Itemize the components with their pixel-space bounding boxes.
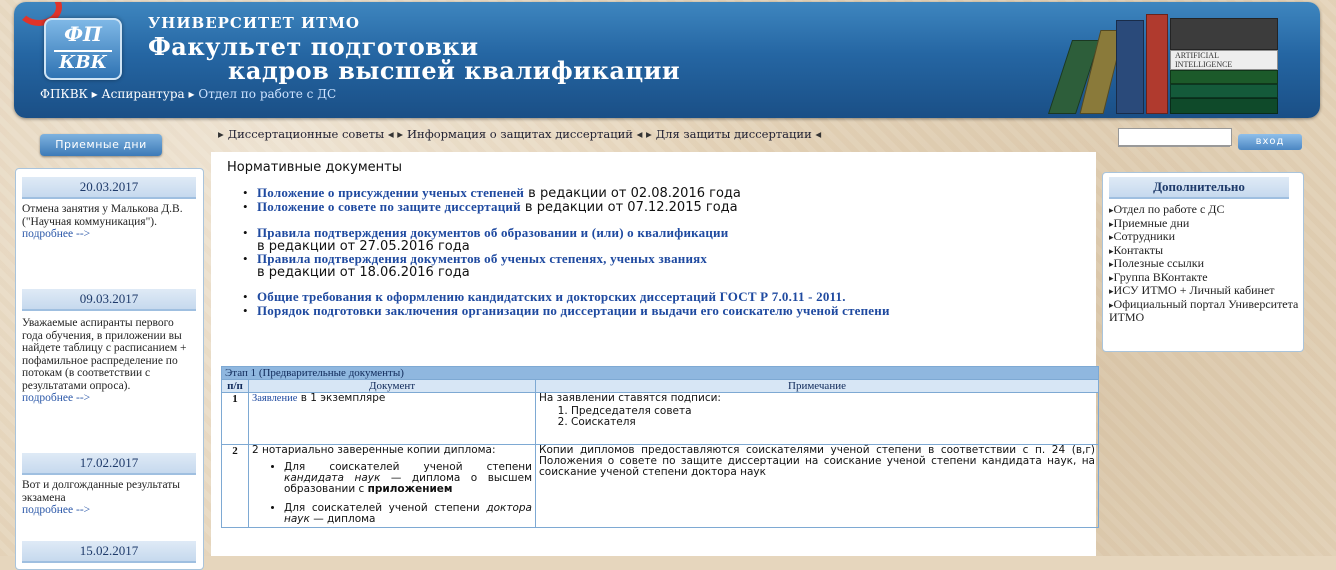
doc-link[interactable]: Правила подтверждения документов об учен…	[257, 251, 707, 266]
tab-for-defense[interactable]: Для защиты диссертации	[656, 127, 812, 141]
news-text: Отмена занятия у Малькова Д.В. ("Научная…	[22, 203, 183, 228]
extra-link-isu[interactable]: ИСУ ИТМО + Личный кабинет	[1109, 284, 1299, 298]
doc-item: • Общие требования к оформлению кандидатс…	[243, 289, 846, 304]
news-more-link[interactable]: подробнее -->	[22, 392, 90, 404]
doc-list-item: Для соискателей ученой степени доктора н…	[284, 503, 532, 525]
main-content: Нормативные документы • Положение о прису…	[211, 152, 1099, 556]
col-header-note: Примечание	[535, 379, 1099, 393]
doc-copies: в 1 экземпляре	[297, 392, 386, 404]
breadcrumb-separator-icon: ▸	[91, 87, 98, 101]
tab-dissertation-councils[interactable]: Диссертационные советы	[228, 127, 384, 141]
extra-link-contacts[interactable]: Контакты	[1109, 243, 1299, 258]
extra-link-vk[interactable]: Группа ВКонтакте	[1109, 270, 1299, 285]
item-appendix: приложением	[367, 483, 453, 495]
password-input[interactable]	[1118, 146, 1230, 159]
doc-item: • Порядок подготовки заключения организац…	[243, 303, 890, 318]
tab-arrow-icon: ◂ ▸	[387, 127, 404, 141]
book-spine	[1146, 14, 1168, 114]
doc-link[interactable]: Положение о присуждении ученых степеней	[257, 185, 524, 200]
doc-link[interactable]: Правила подтверждения документов об обра…	[257, 225, 728, 240]
news-text: Вот и долгожданные результаты экзамена	[22, 479, 181, 504]
doc-edition: в редакции от 07.12.2015 года	[520, 200, 738, 215]
extra-link-priem-days[interactable]: Приемные дни	[1109, 216, 1299, 231]
news-text: Уважаемые аспиранты первого года обучени…	[22, 317, 187, 392]
tab-arrow-icon: ◂ ▸	[636, 127, 652, 141]
table-row: 2 2 нотариально заверенные копии диплома…	[221, 444, 1099, 528]
news-item: Вот и долгожданные результаты экзамена п…	[22, 479, 196, 517]
doc-item: • Положение о присуждении ученых степеней…	[243, 185, 741, 201]
logo-text-top: ФП	[64, 22, 102, 46]
extra-link-ds-office[interactable]: Отдел по работе с ДС	[1109, 203, 1299, 217]
extra-link-useful[interactable]: Полезные ссылки	[1109, 257, 1299, 271]
doc-item: • Правила подтверждения документов об уче…	[243, 251, 708, 280]
login-input[interactable]	[1118, 128, 1232, 146]
extra-link-portal[interactable]: Официальный портал Университета ИТМО	[1109, 297, 1299, 324]
col-header-doc: Документ	[248, 379, 536, 393]
row-note: Копии дипломов предоставляются соискател…	[535, 444, 1099, 528]
section-tabs: ▸ Диссертационные советы ◂ ▸ Информация о …	[218, 127, 825, 141]
news-panel: 20.03.2017 Отмена занятия у Малькова Д.В…	[15, 168, 204, 570]
news-item: Отмена занятия у Малькова Д.В. ("Научная…	[22, 203, 196, 241]
doc-item: • Правила подтверждения документов об обр…	[243, 225, 729, 254]
extra-link-staff[interactable]: Сотрудники	[1109, 230, 1299, 244]
item-text: — диплома	[309, 513, 376, 525]
book-spine	[1170, 70, 1278, 84]
book-title: ARTIFICIAL INTELLIGENCE	[1175, 51, 1233, 69]
table-row: 1 Заявление в 1 экземпляре На заявлении …	[221, 392, 1099, 445]
tab-arrow-icon: ▸	[218, 127, 224, 141]
extra-links: Отдел по работе с ДС Приемные дни Сотруд…	[1109, 203, 1299, 324]
doc-link[interactable]: Положение о совете по защите диссертаций	[257, 199, 521, 214]
news-more-link[interactable]: подробнее -->	[22, 228, 90, 240]
row-doc: Заявление в 1 экземпляре	[248, 392, 536, 445]
breadcrumb-item-aspirantura[interactable]: Аспирантура	[102, 87, 185, 101]
book-spine	[1170, 84, 1278, 98]
site-header: ФП КВК УНИВЕРСИТЕТ ИТМО Факультет подгот…	[14, 2, 1320, 118]
doc-list-item: Для соискателей ученой степени кандидата…	[284, 462, 532, 495]
tab-arrow-icon: ◂	[815, 127, 822, 141]
row-note: На заявлении ставятся подписи: Председат…	[535, 392, 1099, 445]
logo-text-bottom: КВК	[54, 50, 112, 73]
book-ai: ARTIFICIAL INTELLIGENCE	[1170, 50, 1278, 70]
col-header-num: п/п	[221, 379, 249, 393]
note-list-item: Соискателя	[571, 417, 1095, 428]
stage-title: Этап 1 (Предварительные документы)	[221, 366, 1099, 380]
book-spine	[1170, 98, 1278, 114]
university-name: УНИВЕРСИТЕТ ИТМО	[148, 14, 361, 32]
doc-link[interactable]: Общие требования к оформлению кандидатск…	[257, 289, 846, 304]
extra-panel: Дополнительно Отдел по работе с ДС Прием…	[1102, 172, 1304, 352]
doc-edition: в редакции от 18.06.2016 года	[257, 265, 470, 280]
row-doc: 2 нотариально заверенные копии диплома: …	[248, 444, 536, 528]
breadcrumb-item-current[interactable]: Отдел по работе с ДС	[198, 87, 336, 101]
page-title: Нормативные документы	[227, 160, 402, 175]
book-spine	[1116, 20, 1144, 114]
login-button[interactable]: вход	[1238, 134, 1302, 150]
doc-link[interactable]: Порядок подготовки заключения организаци…	[257, 303, 890, 318]
tab-defense-info[interactable]: Информация о защитах диссертаций	[407, 127, 633, 141]
extra-title: Дополнительно	[1109, 177, 1289, 199]
fpkvk-logo[interactable]: ФП КВК	[44, 18, 122, 80]
faculty-title-line2: кадров высшей квалификации	[228, 56, 681, 85]
priem-days-button[interactable]: Приемные дни	[40, 134, 162, 156]
book-spine	[1170, 18, 1278, 50]
news-date: 15.02.2017	[22, 541, 196, 563]
note-head: На заявлении ставятся подписи:	[539, 392, 721, 404]
books-illustration: ARTIFICIAL INTELLIGENCE	[1047, 10, 1280, 114]
news-more-link[interactable]: подробнее -->	[22, 504, 90, 516]
breadcrumb-item-fpkvk[interactable]: ФПКВК	[40, 87, 88, 101]
news-date: 17.02.2017	[22, 453, 196, 475]
breadcrumb-separator-icon: ▸	[188, 87, 195, 101]
stage-table: Этап 1 (Предварительные документы) п/п Д…	[221, 366, 1099, 528]
doc-edition: в редакции от 02.08.2016 года	[524, 186, 741, 201]
doc-item: • Положение о совете по защите диссертаци…	[243, 199, 738, 215]
news-date: 20.03.2017	[22, 177, 196, 199]
statement-link[interactable]: Заявление	[252, 393, 297, 404]
doc-intro: 2 нотариально заверенные копии диплома:	[252, 444, 496, 456]
row-num: 2	[221, 444, 249, 528]
news-item: Уважаемые аспиранты первого года обучени…	[22, 317, 196, 405]
row-num: 1	[221, 392, 249, 445]
news-date: 09.03.2017	[22, 289, 196, 311]
breadcrumb: ФПКВК ▸ Аспирантура ▸ Отдел по работе с …	[40, 87, 336, 101]
note-list-item: Председателя совета	[571, 406, 1095, 417]
